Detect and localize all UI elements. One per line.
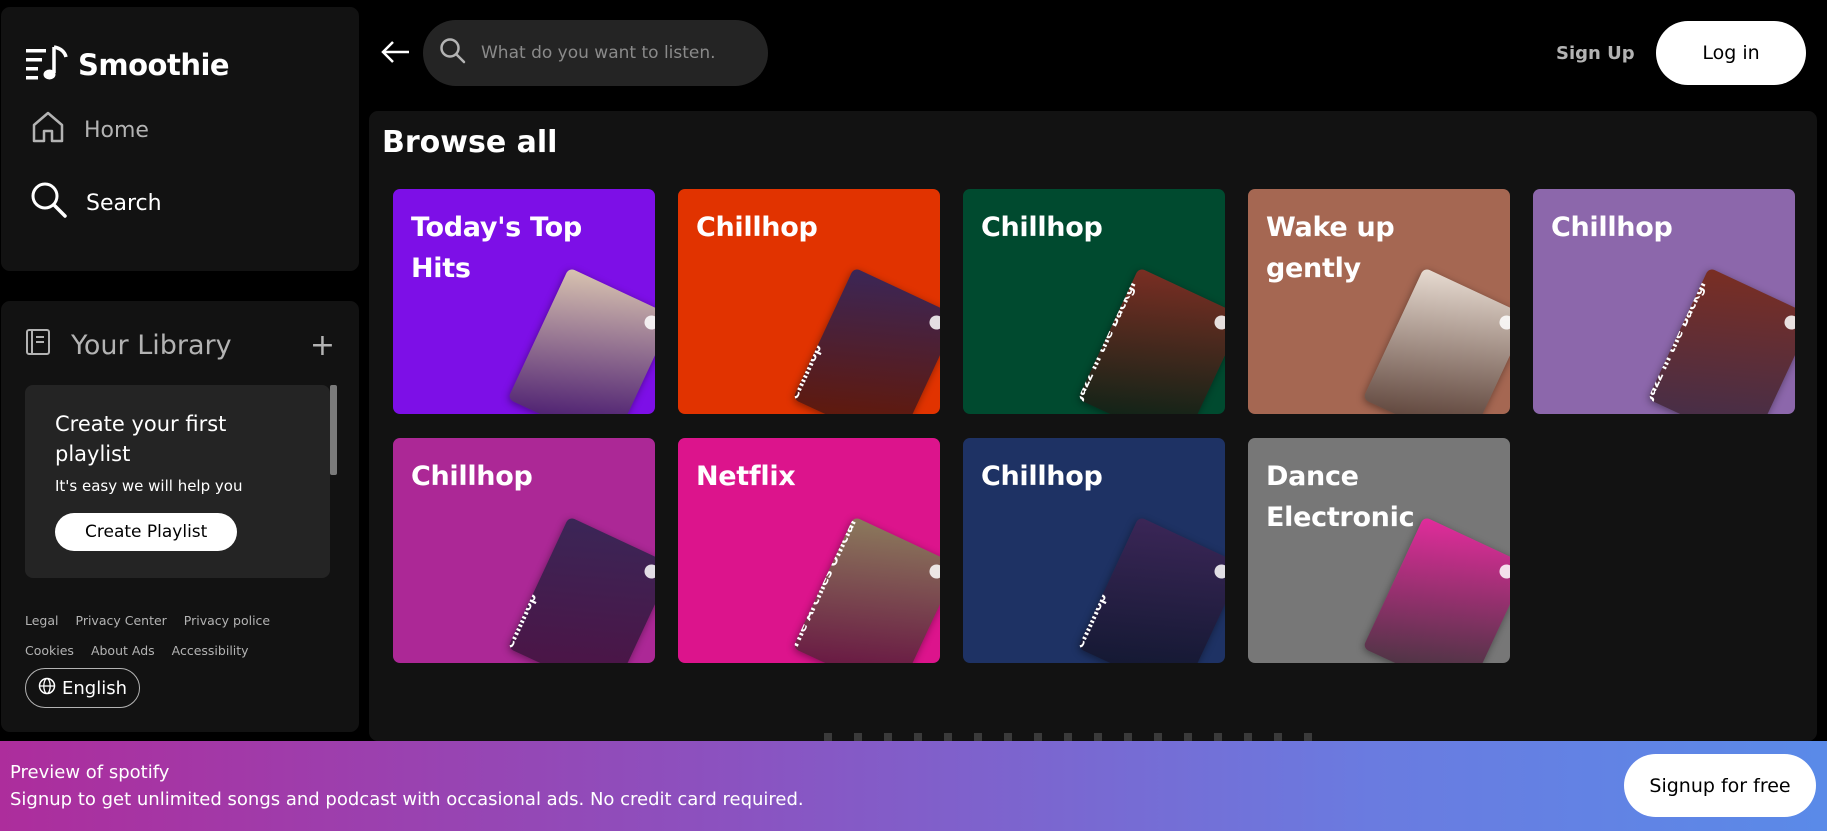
genre-card[interactable]: Chillhop Chillhop <box>393 438 655 663</box>
signup-link[interactable]: Sign Up <box>1556 43 1635 64</box>
next-section-peek <box>824 733 1324 741</box>
app-root: Smoothie Home Search Your Library + Crea… <box>0 0 1827 831</box>
genre-card[interactable]: Chillhop Chillhop <box>678 189 940 414</box>
genre-card-art: Jazz in the Backgr <box>1647 267 1795 414</box>
genre-card-title: Wake up gently <box>1266 212 1395 284</box>
create-playlist-card: Create your first playlist It's easy we … <box>25 385 330 578</box>
nav-search[interactable]: Search <box>30 181 162 225</box>
spotify-icon <box>642 562 655 581</box>
add-icon[interactable]: + <box>310 331 335 361</box>
genre-card[interactable]: Chillhop Chillhop <box>963 438 1225 663</box>
genre-card[interactable]: Today's Top Hits <box>393 189 655 414</box>
brand-name: Smoothie <box>78 48 230 82</box>
genre-card-title: Today's Top Hits <box>411 212 582 284</box>
genre-card-art: Chillhop <box>507 516 655 663</box>
accessibility-link[interactable]: Accessibility <box>172 636 249 666</box>
privacy-policy-link[interactable]: Privacy police <box>184 606 270 636</box>
language-label: English <box>62 677 127 699</box>
genre-card[interactable]: Chillhop Jazz in the Backgr <box>1533 189 1795 414</box>
genre-card-title: Chillhop <box>1551 212 1673 243</box>
genre-card-title: Dance Electronic <box>1266 461 1415 533</box>
genre-card-art: Chillhop <box>1077 516 1225 663</box>
library-icon <box>23 327 53 364</box>
banner-subtitle: Signup to get unlimited songs and podcas… <box>10 789 804 810</box>
nav-home[interactable]: Home <box>30 109 149 151</box>
create-playlist-button[interactable]: Create Playlist <box>55 513 238 551</box>
search-icon <box>30 181 68 225</box>
spotify-icon <box>1497 313 1510 332</box>
genre-card-art: The Archies Official Playl <box>792 516 940 663</box>
privacy-center-link[interactable]: Privacy Center <box>76 606 167 636</box>
spotify-icon <box>1212 562 1225 581</box>
back-arrow-icon[interactable] <box>379 38 411 70</box>
spotify-icon <box>927 313 940 332</box>
create-playlist-title: Create your first playlist <box>55 412 227 466</box>
spotify-icon <box>1782 313 1795 332</box>
legal-link[interactable]: Legal <box>25 606 59 636</box>
genre-card-art <box>507 267 655 414</box>
search-bar[interactable] <box>423 20 768 86</box>
genre-card-title: Netflix <box>696 461 796 492</box>
genre-card-title: Chillhop <box>981 461 1103 492</box>
genre-card-title: Chillhop <box>411 461 533 492</box>
home-icon <box>30 109 66 151</box>
genre-card[interactable]: Wake up gently <box>1248 189 1510 414</box>
search-input[interactable] <box>481 43 741 63</box>
preview-banner: Preview of spotify Signup to get unlimit… <box>0 741 1827 831</box>
banner-title: Preview of spotify <box>10 762 170 783</box>
spotify-icon <box>642 313 655 332</box>
language-button[interactable]: English <box>25 668 140 708</box>
genre-card-title: Chillhop <box>981 212 1103 243</box>
legal-links: Legal Privacy Center Privacy police Cook… <box>25 606 345 666</box>
library-scrollbar[interactable] <box>330 385 337 475</box>
create-playlist-subtitle: It's easy we will help you <box>55 477 243 495</box>
browse-panel: Browse all Today's Top Hits Chillhop Chi… <box>369 111 1817 741</box>
genre-card[interactable]: Dance Electronic <box>1248 438 1510 663</box>
spotify-icon <box>927 562 940 581</box>
library-header[interactable]: Your Library <box>23 327 232 364</box>
genre-card-art <box>1362 267 1510 414</box>
search-icon <box>439 37 467 69</box>
signup-free-button[interactable]: Signup for free <box>1624 754 1816 817</box>
page-title: Browse all <box>382 125 558 160</box>
library-panel: Your Library + Create your first playlis… <box>1 301 359 732</box>
sidebar-nav-panel: Smoothie Home Search <box>1 7 359 271</box>
brand-logo[interactable]: Smoothie <box>24 43 230 87</box>
cookies-link[interactable]: Cookies <box>25 636 74 666</box>
genre-card-art: Jazz in the Backgr <box>1077 267 1225 414</box>
genre-card-art <box>1362 516 1510 663</box>
music-list-icon <box>24 43 72 87</box>
globe-icon <box>38 677 56 700</box>
genre-card[interactable]: Netflix The Archies Official Playl <box>678 438 940 663</box>
spotify-icon <box>1497 562 1510 581</box>
nav-search-label: Search <box>86 190 162 216</box>
about-ads-link[interactable]: About Ads <box>91 636 155 666</box>
genre-card-title: Chillhop <box>696 212 818 243</box>
nav-home-label: Home <box>84 117 149 143</box>
library-title: Your Library <box>71 330 232 361</box>
spotify-icon <box>1212 313 1225 332</box>
genre-card[interactable]: Chillhop Jazz in the Backgr <box>963 189 1225 414</box>
login-button[interactable]: Log in <box>1656 21 1806 85</box>
genre-card-art: Chillhop <box>792 267 940 414</box>
